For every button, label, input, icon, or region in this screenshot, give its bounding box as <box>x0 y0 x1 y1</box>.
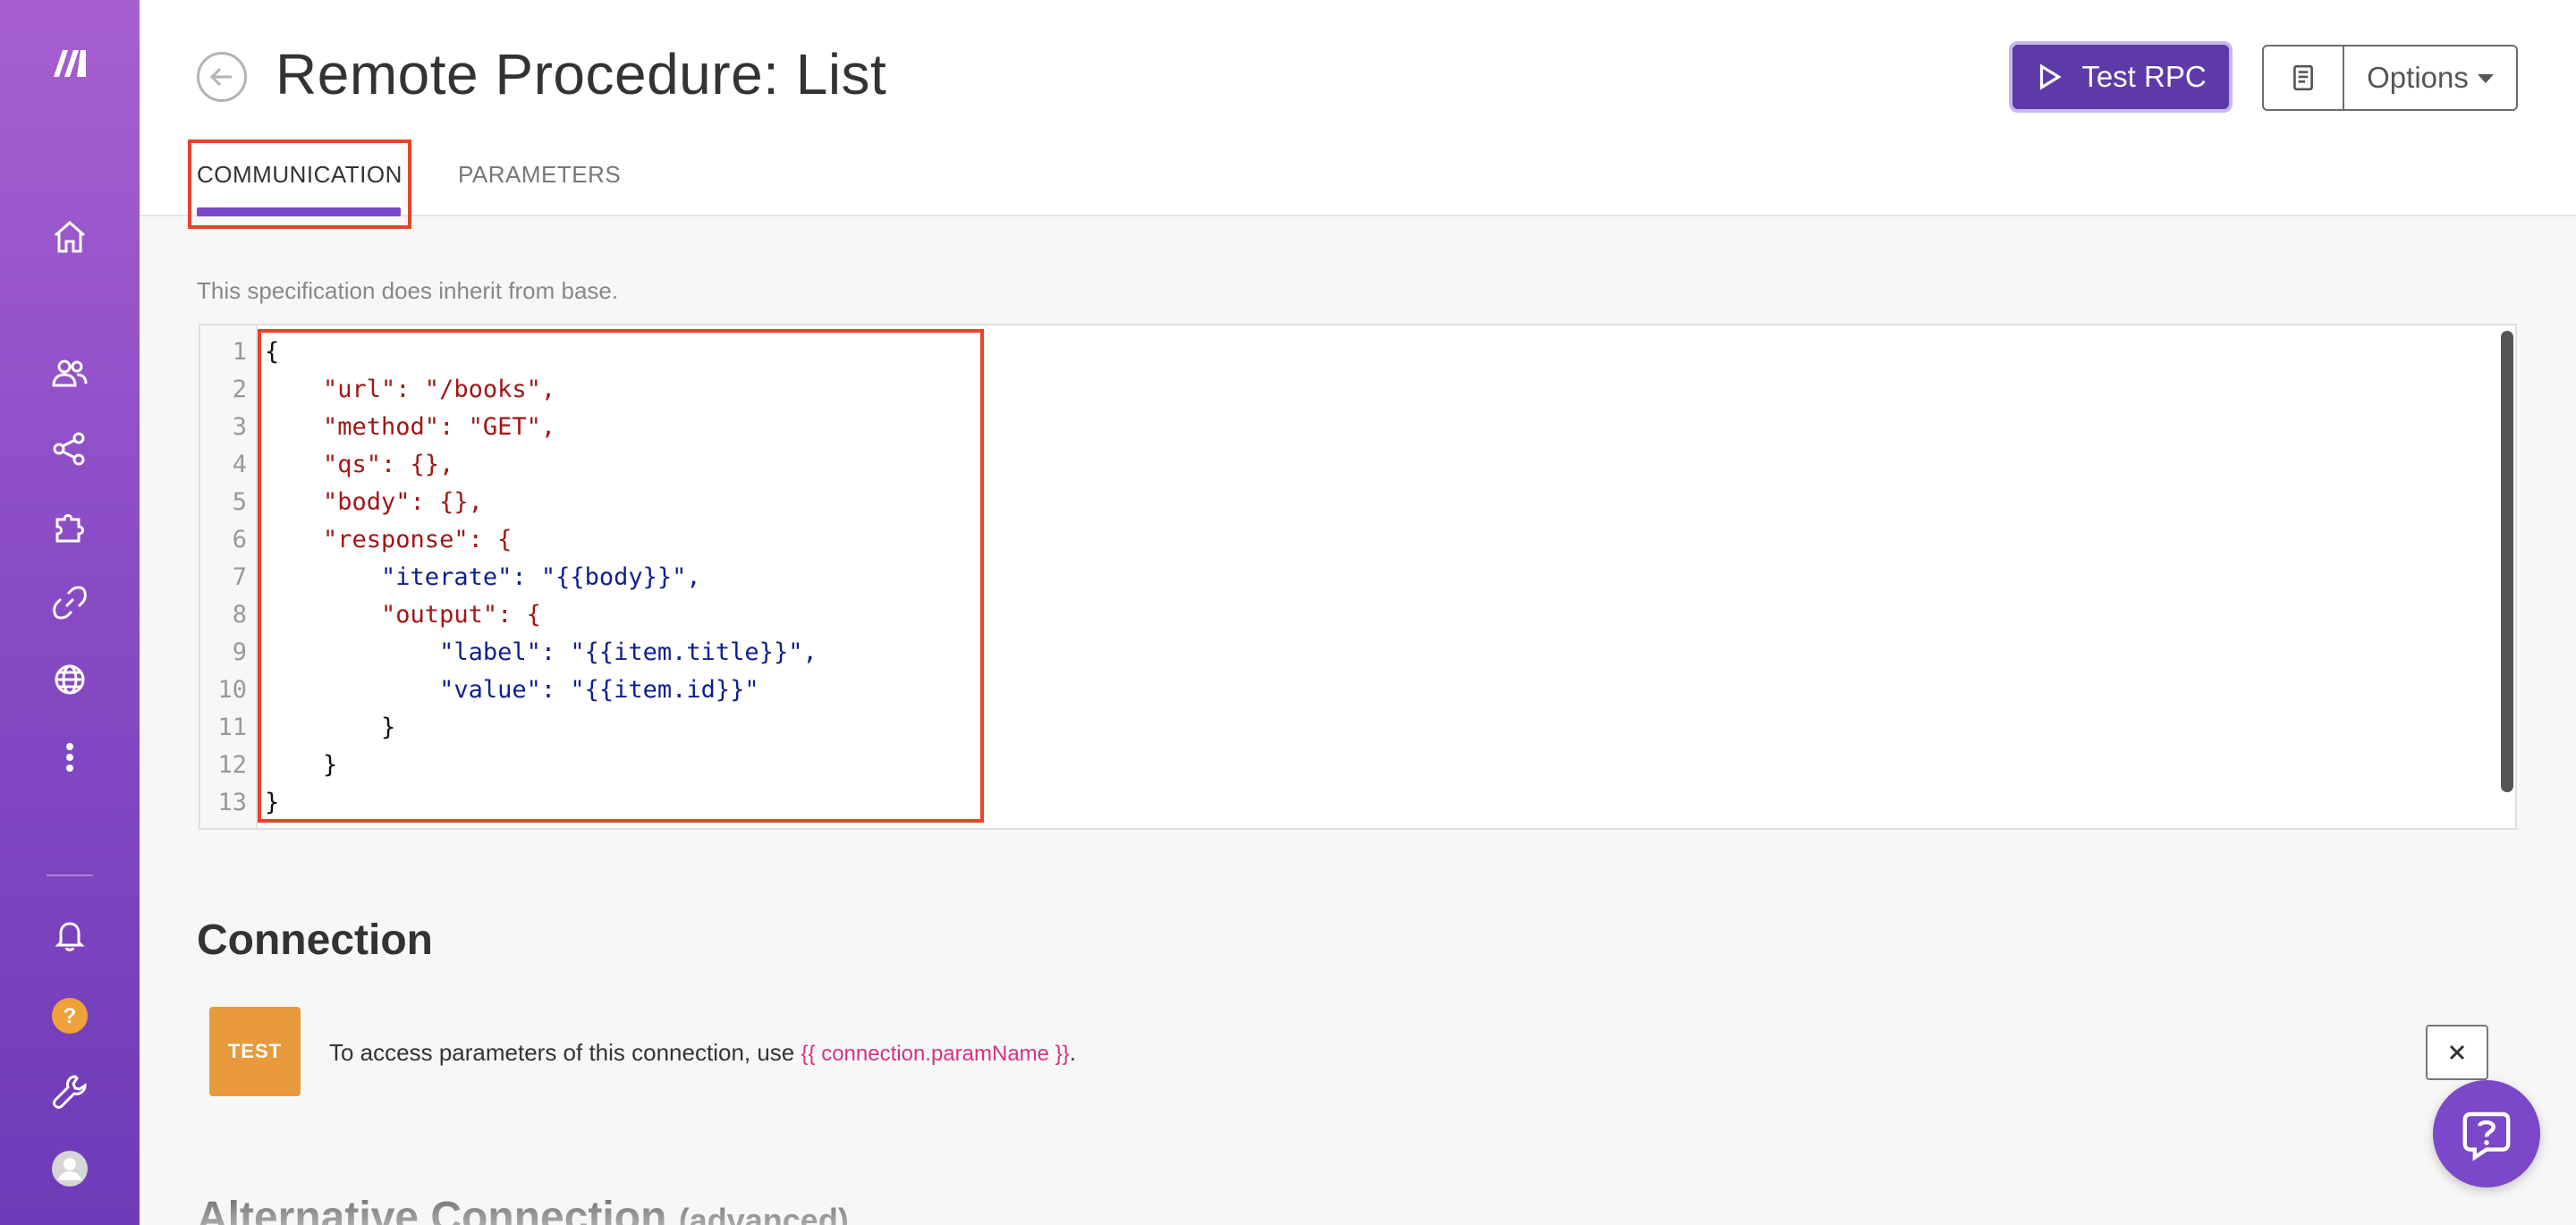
more-vertical-icon[interactable] <box>48 736 91 779</box>
editor-scrollbar[interactable] <box>2501 331 2513 792</box>
alt-connection-suffix: (advanced) <box>678 1202 849 1225</box>
line-number: 4 <box>232 451 247 478</box>
home-icon[interactable] <box>48 215 91 258</box>
page-title: Remote Procedure: List <box>275 42 887 106</box>
book-icon <box>2293 64 2313 91</box>
header-button-group: Options <box>2262 45 2518 111</box>
line-number: 13 <box>217 789 247 816</box>
puzzle-icon[interactable] <box>48 505 91 548</box>
options-dropdown[interactable]: Options <box>2344 46 2516 109</box>
line-number: 8 <box>232 601 247 629</box>
remove-connection-button[interactable] <box>2426 1025 2488 1080</box>
page-header: Remote Procedure: List COMMUNICATION PAR… <box>140 0 2576 229</box>
alt-connection-title: Alternative Connection <box>197 1194 667 1225</box>
line-number: 7 <box>232 563 247 591</box>
connection-text-suffix: . <box>1069 1039 1076 1066</box>
line-number: 1 <box>232 338 247 366</box>
line-number: 12 <box>217 751 247 779</box>
connection-info-text: To access parameters of this connection,… <box>329 1039 1076 1067</box>
code-highlight-box <box>258 329 984 823</box>
help-chat-icon <box>2462 1111 2511 1162</box>
tab-parameters[interactable]: PARAMETERS <box>458 161 621 189</box>
link-icon[interactable] <box>48 581 91 624</box>
play-icon <box>2040 63 2063 90</box>
documentation-button[interactable] <box>2264 46 2344 109</box>
share-icon[interactable] <box>48 427 91 470</box>
line-number: 2 <box>232 376 247 403</box>
svg-text:?: ? <box>64 1004 77 1028</box>
wrench-icon[interactable] <box>48 1069 91 1112</box>
line-number: 10 <box>217 676 247 704</box>
line-number: 9 <box>232 638 247 666</box>
connection-text-prefix: To access parameters of this connection,… <box>329 1039 801 1066</box>
help-chat-button[interactable] <box>2433 1080 2540 1187</box>
line-number-gutter: 1 2 3 4 5 6 7 8 9 10 11 12 13 <box>200 325 258 828</box>
line-number: 5 <box>232 488 247 516</box>
question-icon[interactable]: ? <box>48 994 91 1037</box>
avatar-icon[interactable] <box>48 1147 91 1190</box>
connection-badge: TEST <box>209 1007 301 1096</box>
sidebar: ? <box>0 0 140 1225</box>
alt-connection-section-title: Alternative Connection (advanced) <box>197 1193 849 1225</box>
connection-section-title: Connection <box>197 917 433 964</box>
back-button[interactable] <box>197 52 247 102</box>
sidebar-divider <box>47 874 93 876</box>
line-number: 6 <box>232 526 247 553</box>
caret-down-icon <box>2477 74 2494 83</box>
make-logo-icon[interactable] <box>48 41 91 84</box>
options-label: Options <box>2367 61 2469 94</box>
close-icon <box>2449 1044 2465 1060</box>
users-icon[interactable] <box>48 351 91 394</box>
connection-param-code: {{ connection.paramName }} <box>801 1042 1070 1066</box>
arrow-left-icon <box>209 67 232 87</box>
line-number: 3 <box>232 413 247 441</box>
test-rpc-label: Test RPC <box>2081 60 2207 93</box>
globe-icon[interactable] <box>48 658 91 701</box>
tab-highlight-box <box>188 139 411 229</box>
bell-icon[interactable] <box>48 914 91 957</box>
test-rpc-button[interactable]: Test RPC <box>2009 41 2233 113</box>
inherit-note: This specification does inherit from bas… <box>197 277 619 304</box>
line-number: 11 <box>217 714 247 741</box>
